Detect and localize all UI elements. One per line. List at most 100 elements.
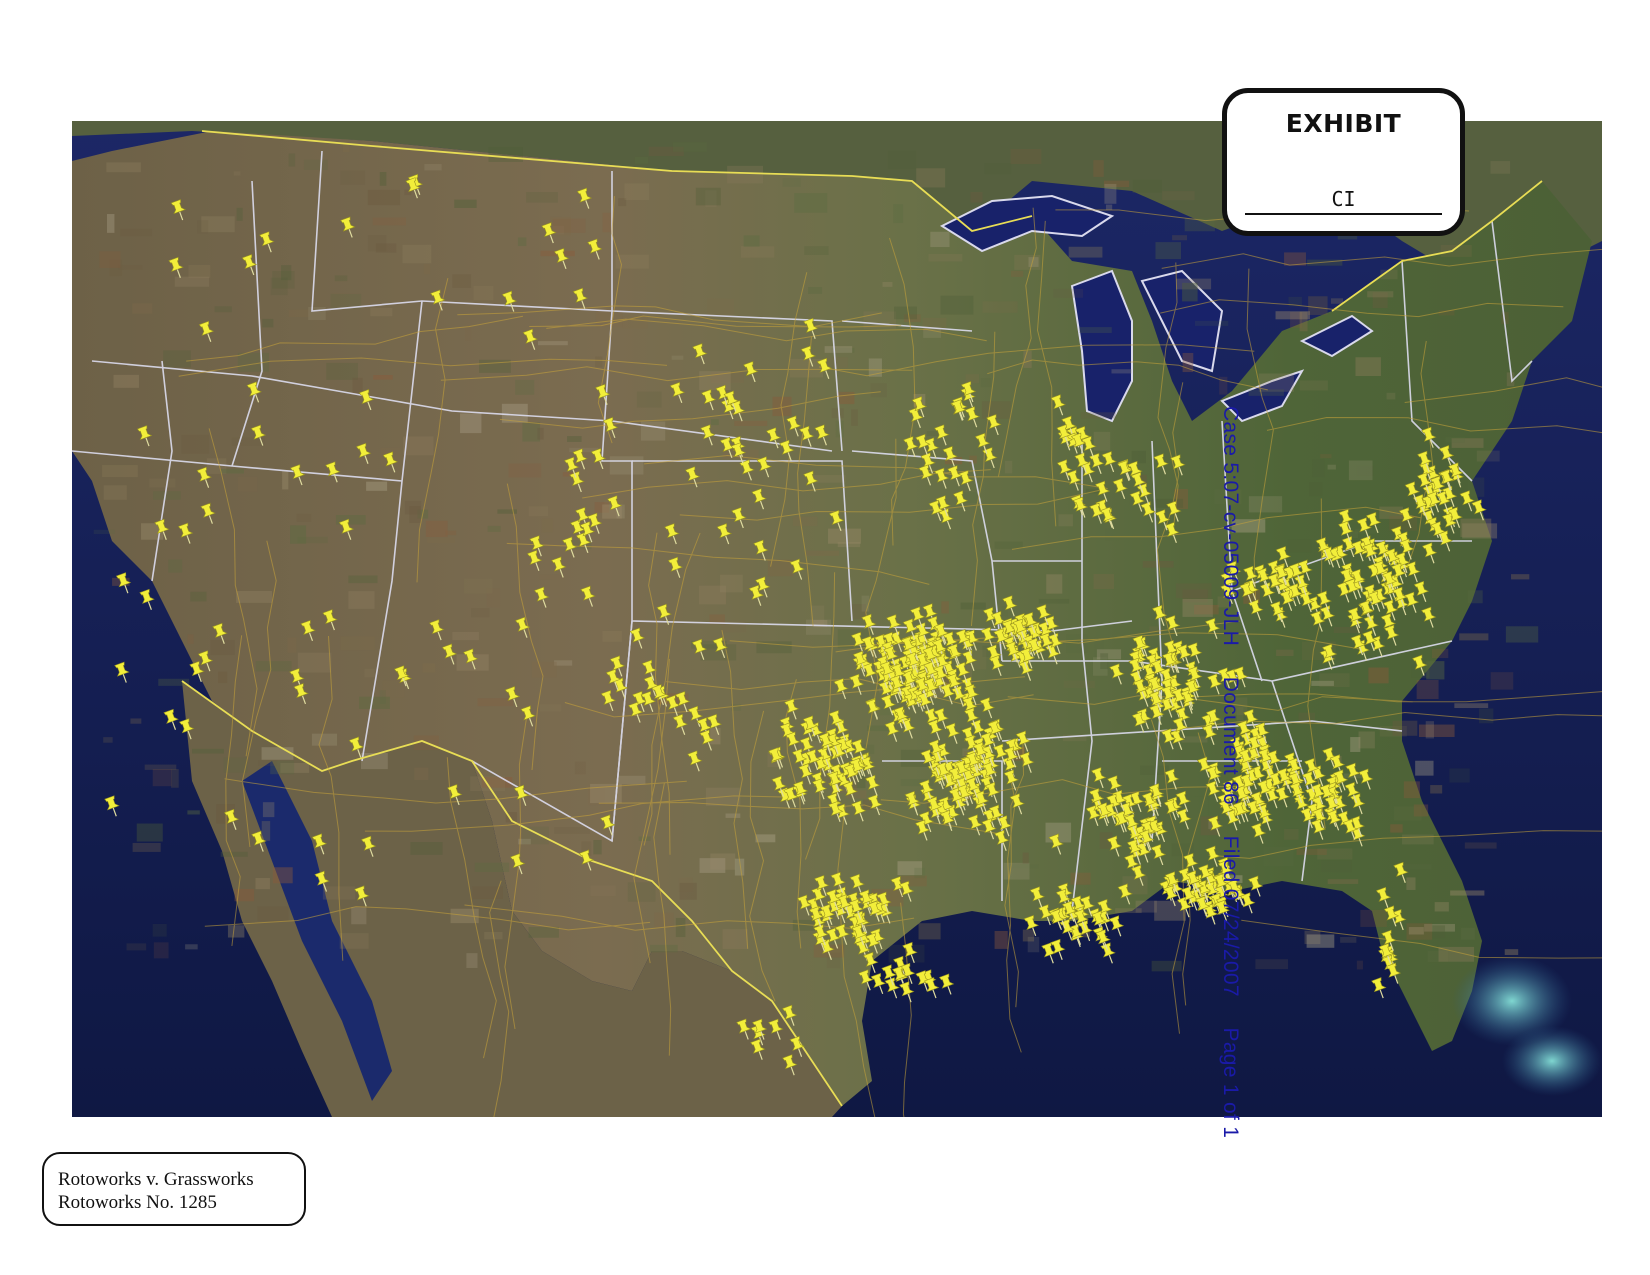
terrain-patch: [410, 842, 443, 855]
terrain-patch: [422, 663, 436, 673]
terrain-patch: [1022, 852, 1029, 864]
terrain-patch: [1327, 464, 1336, 470]
terrain-patch: [218, 671, 228, 684]
terrain-patch: [473, 285, 494, 301]
terrain-patch: [340, 170, 366, 185]
terrain-patch: [616, 775, 646, 785]
terrain-patch: [1308, 296, 1328, 315]
terrain-patch: [593, 840, 602, 855]
terrain-patch: [163, 350, 191, 368]
terrain-patch: [261, 821, 271, 841]
terrain-patch: [537, 341, 568, 346]
terrain-patch: [710, 419, 719, 426]
terrain-patch: [515, 379, 535, 395]
terrain-patch: [287, 637, 297, 653]
terrain-patch: [474, 862, 510, 873]
terrain-patch: [255, 661, 292, 672]
terrain-patch: [1027, 936, 1040, 953]
terrain-patch: [1434, 902, 1449, 912]
terrain-patch: [695, 187, 721, 206]
terrain-patch: [464, 578, 493, 594]
terrain-patch: [1172, 235, 1187, 241]
terrain-patch: [168, 559, 183, 573]
terrain-patch: [1053, 288, 1084, 298]
terrain-patch: [414, 767, 429, 781]
terrain-patch: [1330, 298, 1344, 304]
terrain-patch: [528, 926, 559, 938]
terrain-patch: [339, 933, 369, 949]
case-caption-box: Rotoworks v. Grassworks Rotoworks No. 12…: [42, 1152, 306, 1226]
terrain-patch: [1460, 518, 1492, 537]
caption-case-name: Rotoworks v. Grassworks: [58, 1169, 254, 1190]
terrain-patch: [1131, 450, 1146, 464]
terrain-patch: [303, 159, 328, 170]
exhibit-underline: [1245, 213, 1442, 215]
terrain-patch: [1490, 161, 1511, 174]
terrain-patch: [994, 541, 1023, 549]
terrain-patch: [382, 680, 405, 698]
terrain-patch: [926, 431, 939, 436]
terrain-patch: [636, 391, 662, 408]
terrain-patch: [539, 574, 564, 580]
terrain-patch: [403, 436, 434, 456]
terrain-patch: [427, 537, 455, 543]
terrain-patch: [153, 491, 181, 500]
terrain-patch: [1450, 890, 1485, 896]
terrain-patch: [671, 355, 684, 360]
terrain-patch: [1389, 515, 1417, 531]
terrain-patch: [1142, 561, 1174, 568]
terrain-patch: [755, 834, 776, 843]
terrain-patch: [379, 690, 386, 704]
terrain-patch: [445, 530, 457, 536]
terrain-patch: [1011, 270, 1024, 277]
us-satellite-map[interactable]: [72, 121, 1602, 1117]
terrain-patch: [1449, 768, 1470, 783]
terrain-patch: [1416, 680, 1439, 699]
terrain-patch: [126, 943, 147, 951]
terrain-patch: [1003, 862, 1030, 880]
terrain-patch: [352, 377, 363, 394]
terrain-patch: [174, 276, 210, 287]
terrain-patch: [1479, 708, 1494, 724]
terrain-patch: [710, 853, 736, 870]
terrain-patch: [1406, 877, 1416, 890]
terrain-patch: [99, 251, 121, 268]
terrain-patch: [1476, 450, 1500, 462]
terrain-patch: [1340, 937, 1357, 943]
terrain-patch: [181, 434, 210, 454]
terrain-patch: [1386, 392, 1396, 400]
terrain-patch: [171, 769, 179, 788]
terrain-patch: [831, 408, 844, 419]
terrain-patch: [102, 465, 138, 478]
terrain-patch: [552, 218, 586, 233]
terrain-patch: [351, 907, 367, 925]
terrain-patch: [1079, 327, 1112, 333]
terrain-patch: [1511, 574, 1530, 580]
terrain-patch: [734, 420, 768, 427]
terrain-patch: [132, 303, 153, 314]
terrain-patch: [1368, 667, 1389, 684]
terrain-patch: [1182, 352, 1194, 373]
terrain-patch: [334, 275, 348, 282]
terrain-patch: [1058, 514, 1073, 527]
map-canvas[interactable]: [72, 121, 1602, 1117]
terrain-patch: [940, 295, 974, 315]
terrain-patch: [806, 550, 840, 556]
terrain-patch: [255, 878, 270, 890]
terrain-patch: [233, 171, 241, 176]
terrain-patch: [918, 923, 941, 940]
terrain-patch: [210, 639, 235, 656]
terrain-patch: [602, 212, 612, 233]
terrain-patch: [554, 660, 573, 666]
terrain-patch: [370, 307, 393, 317]
terrain-patch: [153, 942, 169, 959]
terrain-patch: [1464, 842, 1497, 849]
terrain-patch: [106, 162, 141, 173]
terrain-patch: [965, 374, 980, 384]
terrain-patch: [1085, 668, 1094, 677]
terrain-patch: [638, 836, 651, 841]
terrain-patch: [1155, 242, 1182, 260]
terrain-patch: [1358, 731, 1375, 749]
terrain-patch: [488, 146, 523, 162]
terrain-patch: [725, 813, 741, 818]
